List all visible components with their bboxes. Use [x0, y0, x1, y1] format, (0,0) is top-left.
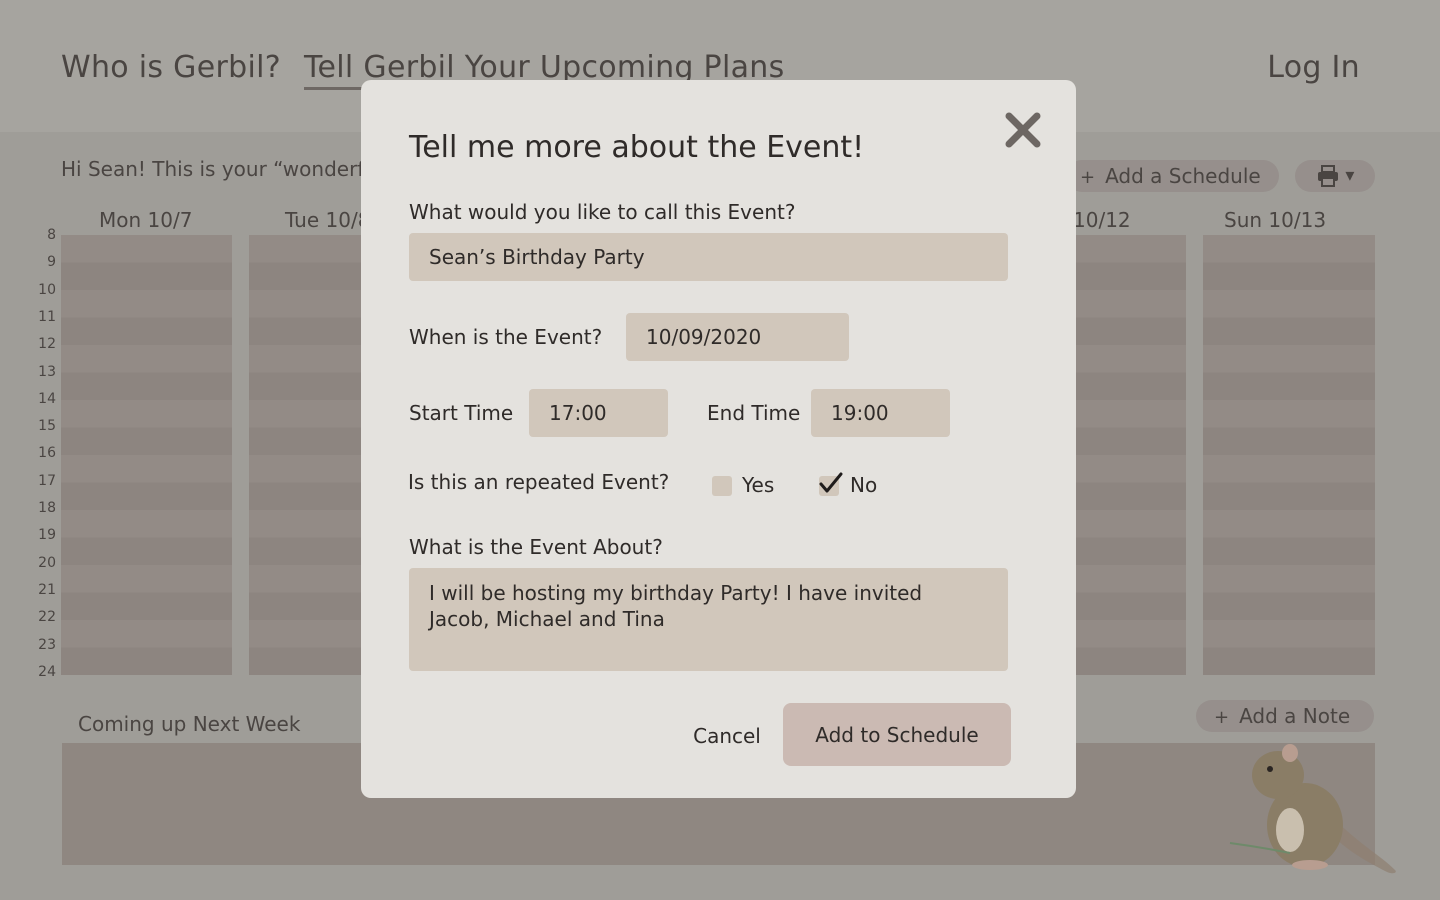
hour-label: 8 — [47, 227, 56, 243]
event-dialog: Tell me more about the Event! What would… — [361, 80, 1076, 798]
greeting-text: Hi Sean! This is your “wonderful — [61, 157, 381, 181]
day-header-mon: Mon 10/7 — [99, 208, 193, 232]
add-to-schedule-button[interactable]: Add to Schedule — [783, 703, 1011, 766]
end-time-input[interactable] — [811, 389, 950, 437]
hour-label: 20 — [38, 554, 56, 571]
hour-label: 18 — [38, 500, 56, 516]
start-time-input[interactable] — [529, 389, 668, 437]
hour-label: 13 — [38, 363, 56, 380]
hour-label: 22 — [38, 609, 56, 626]
day-header-sat: 10/12 — [1073, 208, 1131, 232]
add-note-button[interactable]: + Add a Note — [1196, 700, 1374, 732]
hour-label: 9 — [47, 254, 56, 271]
event-date-input[interactable] — [626, 313, 849, 361]
repeat-no-checkbox[interactable] — [819, 472, 843, 496]
login-link[interactable]: Log In — [1267, 50, 1360, 85]
add-note-label: Add a Note — [1239, 704, 1351, 728]
add-schedule-label: Add a Schedule — [1105, 164, 1261, 188]
hour-label: 12 — [38, 336, 56, 353]
day-column-sun[interactable] — [1203, 235, 1375, 675]
repeat-question-label: Is this an repeated Event? — [408, 470, 670, 494]
day-column-mon[interactable] — [61, 235, 232, 675]
nav-who-is-gerbil[interactable]: Who is Gerbil? — [61, 50, 281, 85]
print-menu-button[interactable]: ▾ — [1295, 160, 1375, 192]
chevron-down-icon: ▾ — [1345, 165, 1355, 186]
hour-label: 15 — [38, 418, 56, 435]
checkmark-icon — [819, 472, 843, 493]
cancel-button[interactable]: Cancel — [677, 718, 777, 754]
hour-label: 17 — [38, 472, 56, 489]
plus-icon: + — [1080, 167, 1096, 188]
day-header-tue: Tue 10/8 — [285, 208, 371, 232]
event-name-label: What would you like to call this Event? — [409, 200, 796, 224]
hour-label: 24 — [38, 663, 56, 680]
hour-label: 16 — [38, 445, 56, 462]
end-time-label: End Time — [707, 401, 801, 425]
gerbil-illustration — [1229, 744, 1396, 874]
start-time-label: Start Time — [409, 401, 514, 425]
hour-label: 11 — [38, 308, 56, 325]
hour-label: 21 — [38, 581, 56, 598]
event-name-input[interactable] — [409, 233, 1008, 281]
day-header-sun: Sun 10/13 — [1224, 208, 1327, 232]
dialog-title: Tell me more about the Event! — [409, 130, 865, 165]
event-about-textarea[interactable]: I will be hosting my birthday Party! I h… — [409, 568, 1008, 671]
hour-label: 14 — [38, 390, 56, 407]
add-schedule-button[interactable]: + Add a Schedule — [1066, 160, 1279, 192]
coming-up-label: Coming up Next Week — [78, 712, 301, 736]
hour-label: 23 — [38, 636, 56, 653]
repeat-no-label: No — [850, 473, 878, 497]
repeat-yes-checkbox[interactable] — [712, 476, 732, 496]
hour-label: 19 — [38, 527, 56, 544]
printer-icon — [1317, 165, 1338, 187]
repeat-yes-label: Yes — [742, 473, 775, 497]
event-about-label: What is the Event About? — [409, 535, 663, 559]
plus-icon: + — [1214, 707, 1230, 728]
close-icon[interactable] — [1001, 108, 1049, 156]
hour-label: 10 — [38, 281, 56, 298]
event-date-label: When is the Event? — [409, 325, 603, 349]
